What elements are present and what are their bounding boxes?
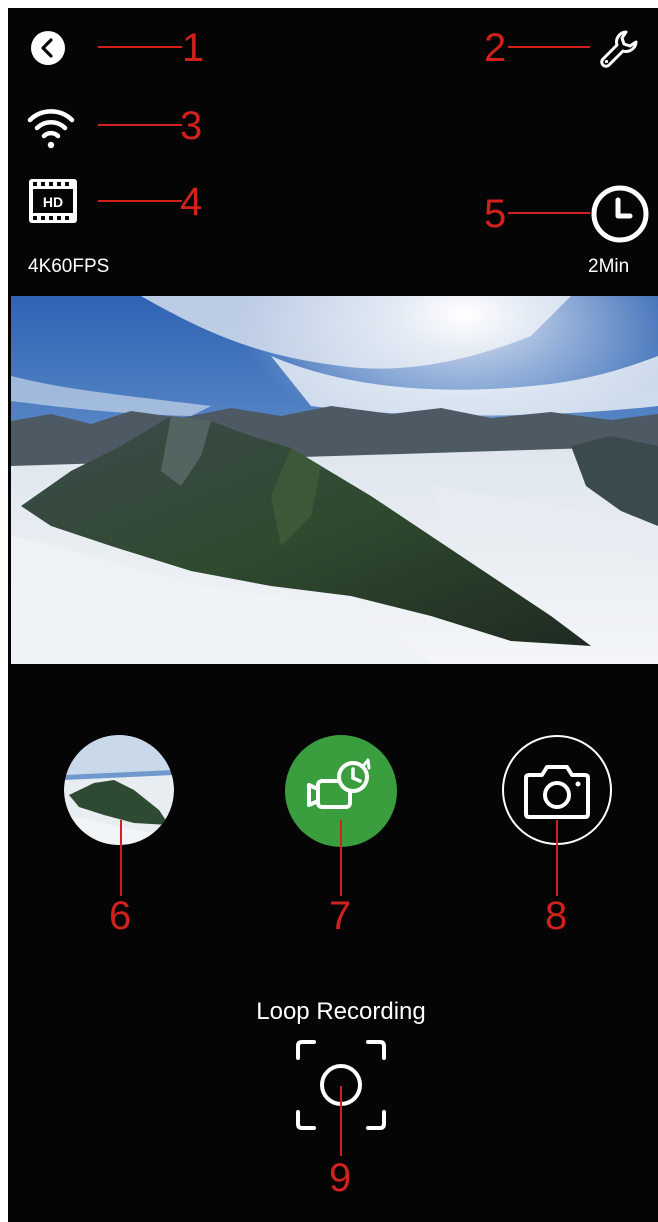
live-preview[interactable] [11, 296, 658, 664]
callout-3: 3 [180, 104, 203, 148]
resolution-button[interactable]: HD [28, 178, 78, 224]
callout-7: 7 [329, 894, 352, 938]
callout-line-5 [508, 212, 590, 214]
callout-4: 4 [180, 180, 203, 224]
chevron-left-icon [31, 31, 65, 65]
wrench-icon [600, 30, 638, 68]
settings-button[interactable] [596, 26, 644, 74]
callout-line-3 [98, 124, 182, 126]
resolution-label: 4K60FPS [28, 256, 110, 277]
callout-5: 5 [484, 192, 507, 236]
camera-app-screen: 1 2 3 HD 4 4K60FPS 5 2Min 6 7 8 Loop Rec… [8, 8, 658, 1222]
mountain-preview-image [11, 296, 658, 664]
wifi-icon [27, 109, 75, 149]
callout-line-7 [340, 820, 342, 896]
back-button[interactable] [30, 30, 66, 66]
callout-2: 2 [484, 26, 507, 70]
callout-line-8 [556, 820, 558, 896]
clock-icon [591, 185, 649, 243]
mode-label: Loop Recording [256, 998, 426, 1025]
callout-line-9 [340, 1086, 342, 1156]
callout-line-4 [98, 200, 182, 202]
hd-film-icon: HD [29, 179, 77, 223]
gallery-button[interactable] [64, 735, 174, 845]
callout-9: 9 [329, 1156, 352, 1200]
callout-8: 8 [545, 894, 568, 938]
callout-line-2 [508, 46, 590, 48]
wifi-status[interactable] [26, 104, 76, 152]
callout-1: 1 [182, 26, 205, 70]
svg-text:HD: HD [43, 194, 63, 210]
callout-line-1 [98, 46, 182, 48]
loop-time-button[interactable] [590, 184, 650, 244]
loop-time-label: 2Min [588, 256, 630, 277]
gallery-thumbnail [64, 735, 174, 845]
callout-6: 6 [109, 894, 132, 938]
callout-line-6 [120, 820, 122, 896]
